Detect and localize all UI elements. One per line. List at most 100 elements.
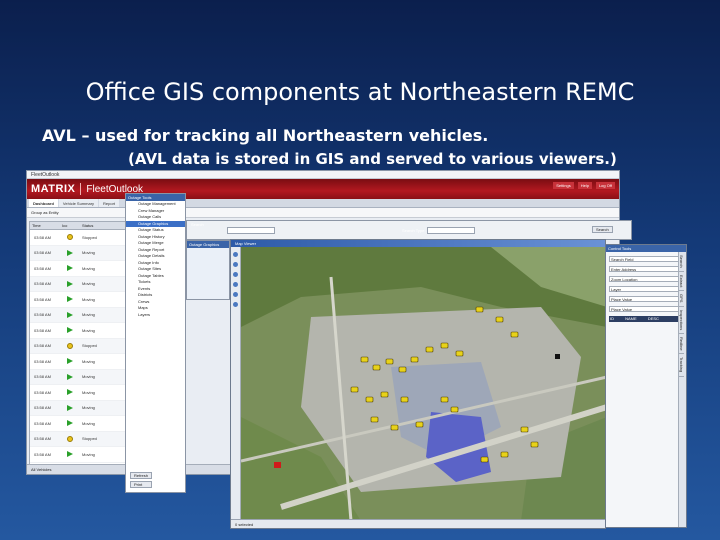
vehicle-marker[interactable] — [370, 416, 379, 423]
select-icon[interactable] — [233, 302, 238, 307]
settings-link[interactable]: Settings — [553, 182, 574, 189]
grid-col-name[interactable]: NAME — [625, 316, 637, 321]
search-input[interactable] — [227, 227, 275, 234]
vtab-gps[interactable]: GPS — [679, 291, 684, 307]
vehicle-marker[interactable] — [450, 406, 459, 413]
aerial-map — [240, 247, 605, 522]
vehicle-marker[interactable] — [380, 391, 389, 398]
table-body: 03:58 AM Stopped 03:58 AM Moving 03:58 AM Mov… — [30, 230, 130, 463]
vehicle-marker[interactable] — [480, 456, 489, 463]
vehicle-marker[interactable] — [440, 396, 449, 403]
map-titlebar: Map Viewer — [231, 240, 605, 247]
control-field[interactable]: Enter Address — [609, 266, 683, 272]
vehicle-marker[interactable] — [495, 316, 504, 323]
search-type-label: Search Type: — [402, 228, 426, 233]
table-row[interactable]: 03:58 AM Stopped — [30, 230, 130, 246]
moving-arrow-icon — [67, 280, 73, 287]
row-status: Stopped — [82, 436, 97, 442]
row-time: 03:58 AM — [34, 265, 51, 271]
vehicle-marker[interactable] — [520, 426, 529, 433]
measure-icon[interactable] — [233, 292, 238, 297]
vehicle-marker[interactable] — [372, 364, 381, 371]
table-row[interactable]: 03:58 AM Moving — [30, 369, 130, 385]
print-button[interactable]: Print — [130, 481, 153, 488]
outage-graphics-title: Outage Graphics — [187, 241, 229, 248]
refresh-button[interactable]: Refresh — [130, 472, 153, 479]
col-status[interactable]: Status — [80, 222, 93, 229]
control-field[interactable]: Zoom Location — [609, 276, 683, 282]
vehicle-marker[interactable] — [475, 306, 484, 313]
map-window: Map Viewer 0 selected — [230, 239, 606, 529]
vehicle-marker[interactable] — [360, 356, 369, 363]
group-filter[interactable]: Group as Entity — [27, 208, 619, 218]
fleet-header: MATRIX FleetOutlook Settings Help Log Of… — [27, 179, 619, 199]
help-link[interactable]: Help — [577, 182, 592, 189]
row-status: Moving — [82, 250, 95, 256]
table-row[interactable]: 03:58 AM Moving — [30, 261, 130, 277]
table-row[interactable]: 03:58 AM Moving — [30, 323, 130, 339]
table-header: Time Ico Status — [30, 222, 130, 230]
fleet-tabs: Dashboard Vehicle Summary Report — [27, 199, 619, 208]
map-canvas[interactable] — [240, 247, 605, 522]
table-row[interactable]: 03:58 AM Moving — [30, 276, 130, 292]
moving-arrow-icon — [67, 358, 73, 365]
moving-arrow-icon — [67, 389, 73, 396]
pan-icon[interactable] — [233, 272, 238, 277]
vtab-redline[interactable]: Redline — [679, 334, 684, 355]
col-icon[interactable]: Ico — [60, 222, 80, 229]
vehicle-marker[interactable] — [350, 386, 359, 393]
zoom-out-icon[interactable] — [233, 262, 238, 267]
table-row[interactable]: 03:58 AM Moving — [30, 400, 130, 416]
control-field[interactable]: Place Value — [609, 296, 683, 302]
table-row[interactable]: 03:58 AM Moving — [30, 245, 130, 261]
table-row[interactable]: 03:58 AM Moving — [30, 354, 130, 370]
table-row[interactable]: 03:58 AM Moving — [30, 307, 130, 323]
control-field[interactable]: Place Value — [609, 306, 683, 312]
vehicle-marker[interactable] — [425, 346, 434, 353]
tab-dashboard[interactable]: Dashboard — [29, 199, 58, 207]
vtab-inspections[interactable]: Inspections — [679, 307, 684, 334]
logoff-link[interactable]: Log Off — [595, 182, 615, 189]
vehicle-marker[interactable] — [410, 356, 419, 363]
outage-tree-item[interactable]: Layers — [126, 312, 185, 319]
table-row[interactable]: 03:58 AM Moving — [30, 416, 130, 432]
vehicle-marker[interactable] — [510, 331, 519, 338]
table-row[interactable]: 03:58 AM Stopped — [30, 431, 130, 447]
vtab-search[interactable]: Search — [679, 252, 684, 272]
zoom-in-icon[interactable] — [233, 252, 238, 257]
table-row[interactable]: 03:58 AM Moving — [30, 447, 130, 463]
search-type-select[interactable] — [427, 227, 475, 234]
moving-arrow-icon — [67, 296, 73, 303]
vehicle-marker[interactable] — [455, 350, 464, 357]
vtab-extract[interactable]: Extract — [679, 272, 684, 292]
table-row[interactable]: 03:58 AM Stopped — [30, 338, 130, 354]
tab-report[interactable]: Report — [99, 199, 120, 207]
vehicle-marker[interactable] — [365, 396, 374, 403]
vehicle-marker[interactable] — [440, 342, 449, 349]
grid-col-id[interactable]: ID — [610, 316, 614, 321]
vehicle-marker[interactable] — [400, 396, 409, 403]
vehicle-marker[interactable] — [500, 451, 509, 458]
search-button[interactable]: Search — [592, 226, 613, 233]
vehicle-marker[interactable] — [398, 366, 407, 373]
control-fields: Search Field Enter Address Zoom Location La… — [606, 256, 686, 312]
row-status: Moving — [82, 374, 95, 380]
table-row[interactable]: 03:58 AM Moving — [30, 292, 130, 308]
tab-vehicle-summary[interactable]: Vehicle Summary — [58, 199, 99, 207]
table-row[interactable]: 03:58 AM Moving — [30, 385, 130, 401]
vehicle-marker[interactable] — [390, 424, 399, 431]
vtab-tracking[interactable]: Tracking — [679, 354, 684, 377]
vehicle-marker[interactable] — [530, 441, 539, 448]
brand-separator — [80, 183, 82, 195]
vehicle-marker[interactable] — [385, 358, 394, 365]
moving-arrow-icon — [67, 420, 73, 427]
col-time[interactable]: Time — [30, 222, 60, 229]
control-field[interactable]: Search Field — [609, 256, 683, 262]
vehicle-marker[interactable] — [415, 421, 424, 428]
row-time: 03:58 AM — [34, 420, 51, 426]
grid-col-desc[interactable]: DESC — [648, 316, 659, 321]
control-vertical-tabs: Search Extract GPS Inspections Redline Tracki… — [678, 252, 686, 527]
outage-graphics-window: Outage Graphics — [186, 240, 230, 300]
control-field[interactable]: Layer — [609, 286, 683, 292]
identify-icon[interactable] — [233, 282, 238, 287]
